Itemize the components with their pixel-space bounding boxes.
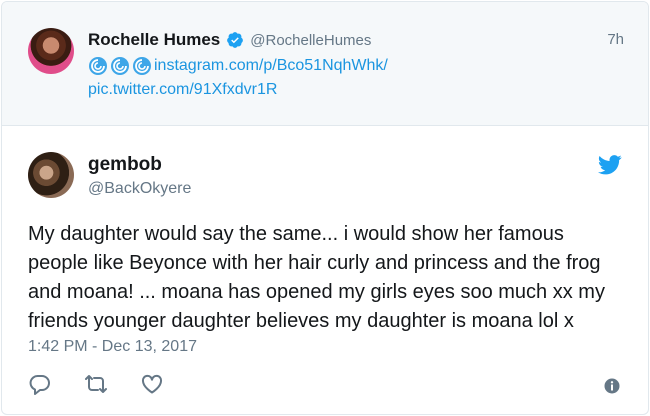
cyclone-icon [111, 57, 129, 75]
retweet-icon[interactable] [84, 372, 108, 396]
twitter-logo-icon[interactable] [598, 155, 622, 175]
like-icon[interactable] [140, 372, 164, 396]
tweet-actions [28, 372, 196, 396]
reply-icon[interactable] [28, 372, 52, 396]
quoted-tweet-text: instagram.com/p/Bco51NqhWhk/ [88, 56, 388, 76]
tweet-timestamp[interactable]: 1:42 PM - Dec 13, 2017 [28, 338, 197, 356]
tweet-text-line: and moana! ... moana has opened my girls… [28, 281, 605, 303]
verified-badge-icon [227, 32, 244, 48]
cyclone-icon [89, 57, 107, 75]
cyclone-icon [133, 57, 151, 75]
media-link[interactable]: pic.twitter.com/91Xfxdvr1R [88, 81, 277, 99]
author-handle[interactable]: @BackOkyere [88, 180, 191, 198]
quoted-author-row: Rochelle Humes @RochelleHumes [88, 28, 371, 52]
avatar[interactable] [28, 28, 74, 74]
tweet-text-line: My daughter would say the same... i woul… [28, 223, 564, 245]
author-name[interactable]: Rochelle Humes [88, 30, 220, 50]
info-icon[interactable] [604, 378, 620, 394]
author-name[interactable]: gembob [88, 154, 162, 176]
quoted-tweet[interactable]: Rochelle Humes @RochelleHumes 7h instagr… [2, 2, 648, 126]
avatar[interactable] [28, 152, 74, 198]
tweet-text-line: friends younger daughter believes my dau… [28, 310, 574, 332]
tweet-text: My daughter would say the same... i woul… [28, 220, 628, 336]
author-handle[interactable]: @RochelleHumes [250, 32, 371, 49]
embedded-tweet-card: Rochelle Humes @RochelleHumes 7h instagr… [1, 1, 649, 415]
instagram-link[interactable]: instagram.com/p/Bco51NqhWhk/ [154, 57, 388, 75]
tweet-time[interactable]: 7h [607, 31, 624, 48]
tweet-text-line: people like Beyonce with her hair curly … [28, 252, 601, 274]
